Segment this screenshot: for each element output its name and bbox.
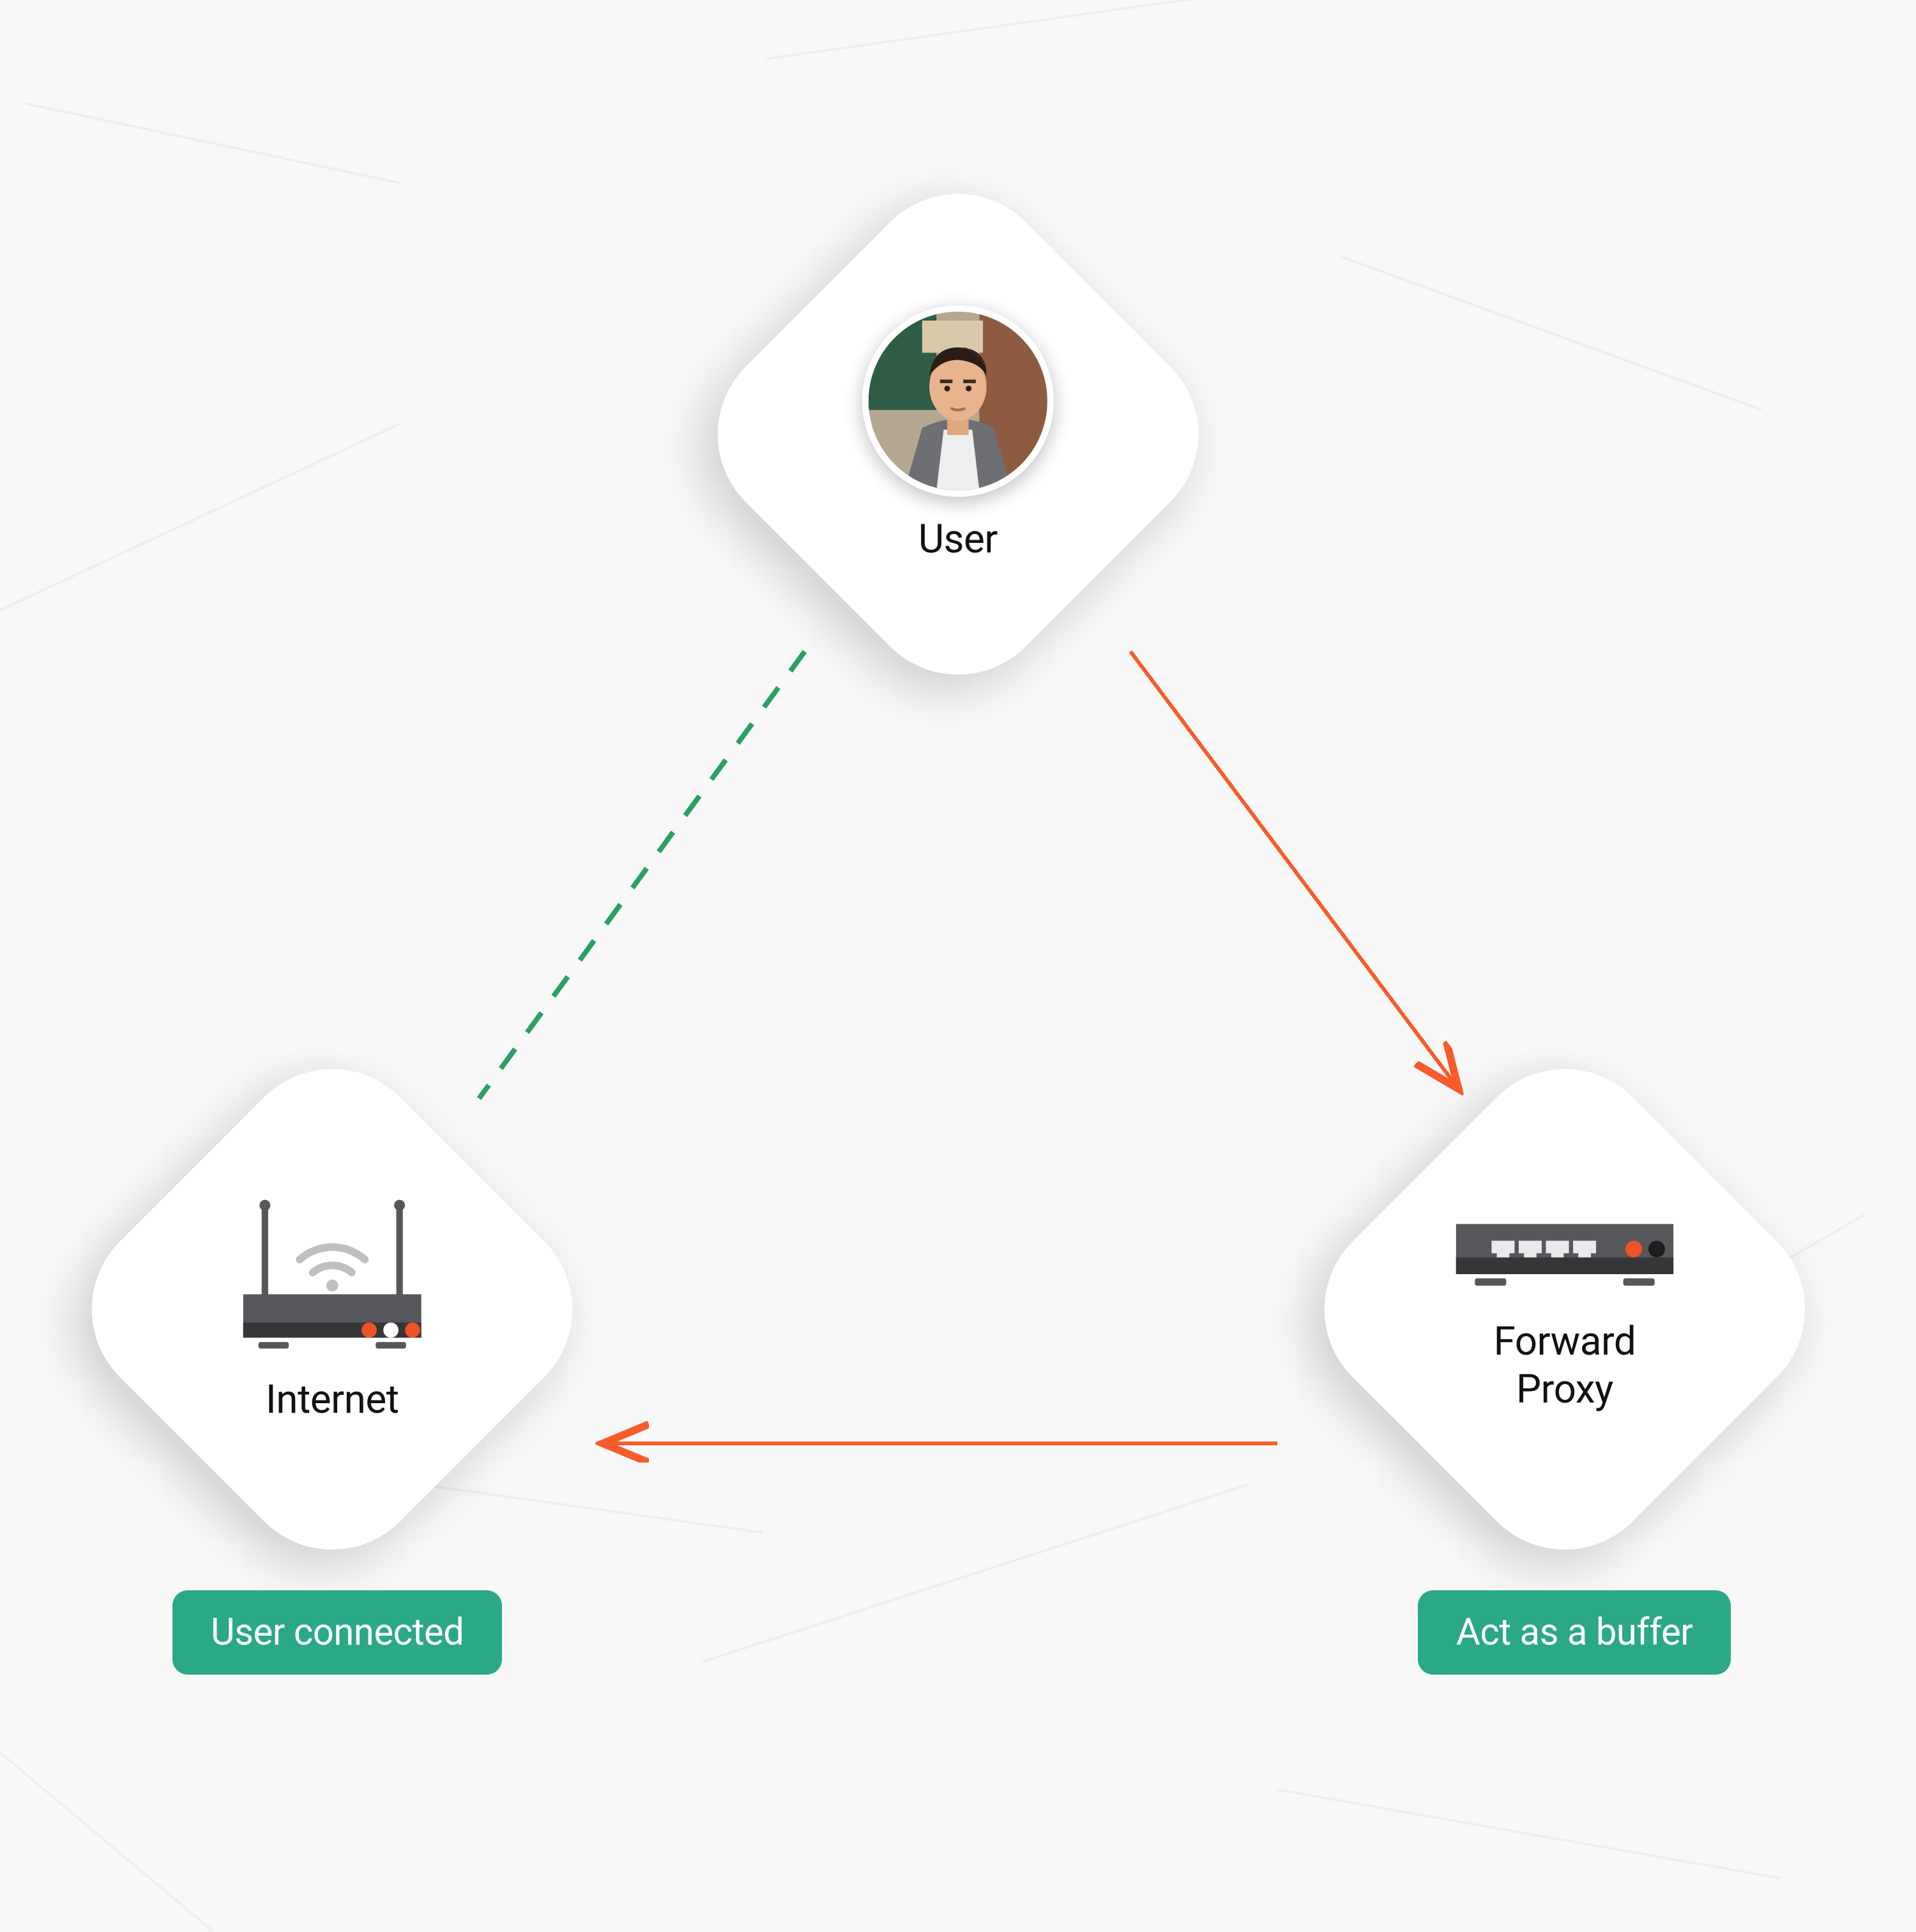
- node-internet: Internet: [52, 1030, 612, 1590]
- proxy-device-icon: [1450, 1205, 1680, 1299]
- badge-proxy: Act as a buffer: [1418, 1590, 1731, 1675]
- node-internet-label: Internet: [266, 1376, 399, 1424]
- router-icon: [224, 1194, 441, 1357]
- node-proxy: Forward Proxy: [1285, 1030, 1845, 1590]
- user-avatar-icon: [862, 305, 1054, 497]
- node-proxy-label: Forward Proxy: [1494, 1318, 1636, 1413]
- node-user: User: [678, 155, 1238, 715]
- badge-internet: User connected: [172, 1590, 502, 1675]
- node-user-label: User: [918, 516, 998, 563]
